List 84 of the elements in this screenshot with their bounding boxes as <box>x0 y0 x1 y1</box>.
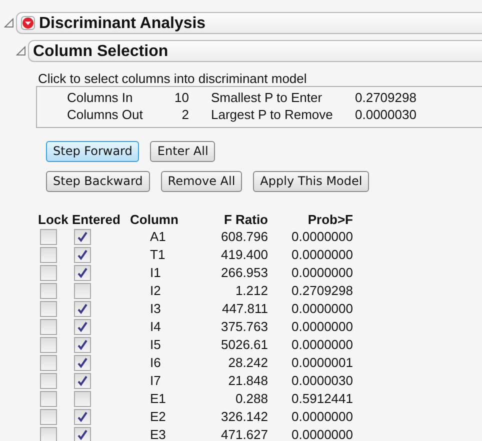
table-cell: 1.212 <box>235 283 268 298</box>
checkbox[interactable] <box>40 391 57 407</box>
action-button[interactable]: Step Forward <box>46 141 140 162</box>
table-cell: 608.796 <box>221 229 268 244</box>
table-cell: I1 <box>150 265 161 280</box>
checkbox[interactable] <box>40 229 57 245</box>
checkbox[interactable] <box>40 283 57 299</box>
table-cell: 326.142 <box>221 409 268 424</box>
column-header: Lock <box>38 212 70 228</box>
column-header: Entered <box>72 212 122 228</box>
table-cell: 0.0000000 <box>292 337 353 352</box>
stat-value: 0.0000030 <box>355 107 418 123</box>
stat-label: Columns In <box>67 90 134 106</box>
stat-label: Columns Out <box>67 107 144 123</box>
checkbox[interactable] <box>74 337 91 353</box>
checkbox[interactable] <box>74 355 91 371</box>
table-cell: T1 <box>150 247 166 262</box>
table-cell: 375.763 <box>221 319 268 334</box>
menu-icon[interactable] <box>21 16 35 30</box>
table-cell: 266.953 <box>221 265 268 280</box>
table-cell: I7 <box>150 373 161 388</box>
table-cell: I5 <box>150 337 161 352</box>
table-cell: 21.848 <box>228 373 268 388</box>
checkbox[interactable] <box>74 427 91 441</box>
checkbox[interactable] <box>40 301 57 317</box>
table-cell: 471.627 <box>221 427 268 441</box>
table-cell: A1 <box>150 229 166 244</box>
report-title: Discriminant Analysis <box>39 14 206 34</box>
checkbox[interactable] <box>40 337 57 353</box>
table-cell: 0.5912441 <box>292 391 353 406</box>
column-header: Column <box>130 212 178 228</box>
table-cell: 0.0000000 <box>292 319 353 334</box>
stat-label: Largest P to Remove <box>210 107 334 123</box>
checkbox[interactable] <box>40 409 57 425</box>
checkbox[interactable] <box>74 409 91 425</box>
table-cell: 0.0000000 <box>292 265 353 280</box>
table-cell: E1 <box>150 391 166 406</box>
checkbox[interactable] <box>74 229 91 245</box>
stat-value: 0.2709298 <box>355 90 418 106</box>
table-cell: 0.2709298 <box>292 283 353 298</box>
table-cell: 28.242 <box>228 355 268 370</box>
stat-value: 2 <box>180 107 189 123</box>
section-title: Column Selection <box>33 42 168 62</box>
column-header: F Ratio <box>222 212 268 228</box>
checkbox[interactable] <box>40 373 57 389</box>
stat-label: Smallest P to Enter <box>210 90 324 106</box>
checkbox[interactable] <box>74 391 91 407</box>
table-cell: 0.0000001 <box>292 355 353 370</box>
table-cell: 0.0000000 <box>292 301 353 316</box>
checkbox[interactable] <box>40 355 57 371</box>
checkbox[interactable] <box>74 373 91 389</box>
checkbox[interactable] <box>74 301 91 317</box>
table-cell: 0.0000000 <box>292 427 353 441</box>
stat-value: 10 <box>174 90 189 106</box>
checkbox[interactable] <box>74 319 91 335</box>
table-cell: 0.0000030 <box>292 373 353 388</box>
table-cell: 0.0000000 <box>292 229 353 244</box>
column-header: Prob>F <box>306 212 353 228</box>
table-cell: I3 <box>150 301 161 316</box>
table-cell: 0.288 <box>235 391 268 406</box>
checkbox[interactable] <box>40 247 57 263</box>
table-cell: E2 <box>150 409 166 424</box>
action-button[interactable]: Step Backward <box>46 171 150 192</box>
action-button[interactable]: Enter All <box>150 141 216 162</box>
action-button[interactable]: Apply This Model <box>253 171 370 192</box>
checkbox[interactable] <box>74 283 91 299</box>
table-cell: 5026.61 <box>221 337 268 352</box>
table-cell: 0.0000000 <box>292 247 353 262</box>
checkbox[interactable] <box>40 427 57 441</box>
checkbox[interactable] <box>74 265 91 281</box>
table-cell: 447.811 <box>222 301 268 316</box>
table-cell: 419.400 <box>221 247 268 262</box>
checkbox[interactable] <box>40 319 57 335</box>
table-cell: I6 <box>150 355 161 370</box>
instruction-text: Click to select columns into discriminant model <box>38 71 308 86</box>
table-cell: I2 <box>150 283 161 298</box>
action-button[interactable]: Remove All <box>160 171 242 192</box>
disclosure-icon[interactable] <box>16 46 26 56</box>
disclosure-icon[interactable] <box>4 18 14 28</box>
checkbox[interactable] <box>74 247 91 263</box>
table-cell: I4 <box>150 319 161 334</box>
checkbox[interactable] <box>40 265 57 281</box>
table-cell: E3 <box>150 427 166 441</box>
table-cell: 0.0000000 <box>292 409 353 424</box>
